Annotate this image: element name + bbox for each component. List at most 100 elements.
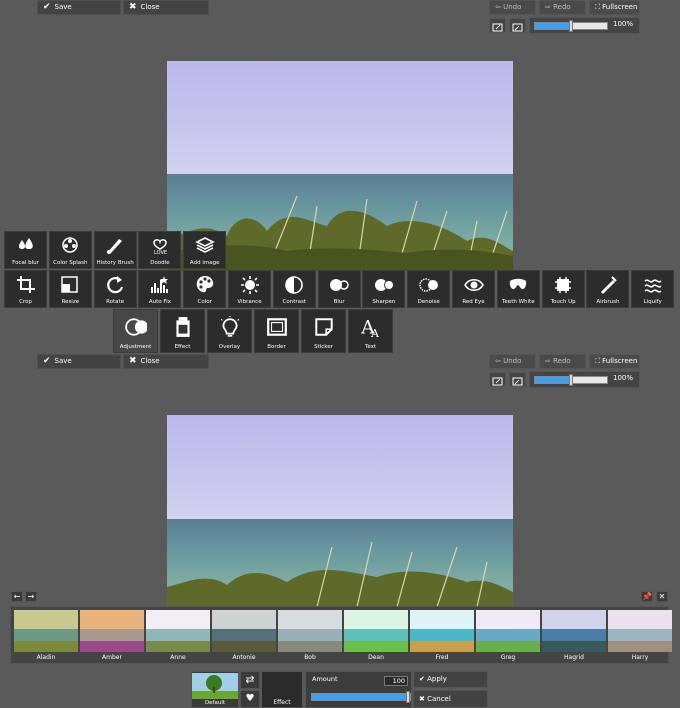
shrink-button-2[interactable] bbox=[509, 372, 526, 387]
tool-sticker[interactable]: Sticker bbox=[301, 309, 346, 353]
denoise-icon bbox=[418, 278, 438, 292]
filter-label: Greg bbox=[500, 654, 516, 661]
scroll-left-button[interactable]: ← bbox=[11, 591, 23, 602]
filter-bob[interactable]: Bob bbox=[278, 610, 342, 661]
tool-crop[interactable]: Crop bbox=[4, 270, 47, 308]
heart-icon: ♥ bbox=[245, 693, 255, 704]
tool-liquify[interactable]: Liquify bbox=[631, 270, 675, 308]
filter-dean[interactable]: Dean bbox=[344, 610, 408, 661]
filter-hagrid[interactable]: Hagrid bbox=[542, 610, 606, 661]
filter-label: Antonie bbox=[232, 654, 256, 661]
canvas-photo-2[interactable] bbox=[167, 415, 513, 607]
filter-thumbnail bbox=[278, 610, 342, 652]
adjustment-icon bbox=[124, 318, 147, 336]
redo-arrow-icon: ⇨ bbox=[545, 357, 554, 365]
tool-focal-blur[interactable]: Focal blur bbox=[4, 231, 47, 269]
tool-label: Contrast bbox=[282, 299, 307, 305]
tool-label: Doodle bbox=[150, 260, 170, 266]
apply-button[interactable]: ✔ Apply bbox=[413, 671, 488, 688]
tool-sharpen[interactable]: Sharpen bbox=[362, 270, 406, 308]
filter-greg[interactable]: Greg bbox=[476, 610, 540, 661]
fullscreen-button-2[interactable]: ⛶ Fullscreen bbox=[589, 354, 640, 369]
tool-touch-up[interactable]: Touch Up bbox=[541, 270, 585, 308]
zoom-slider-handle[interactable] bbox=[569, 374, 573, 386]
shrink-icon bbox=[512, 23, 523, 32]
close-button-2[interactable]: ✖ Close bbox=[123, 354, 209, 369]
undo-arrow-icon: ⇦ bbox=[495, 357, 504, 365]
eye-icon bbox=[463, 278, 484, 292]
undo-button[interactable]: ⇦ Undo bbox=[489, 0, 536, 15]
cancel-button[interactable]: ✖ Cancel bbox=[413, 690, 488, 708]
filter-label: Amber bbox=[102, 654, 122, 661]
filter-thumbnail bbox=[608, 610, 672, 652]
filter-anne[interactable]: Anne bbox=[146, 610, 210, 661]
amount-slider-handle[interactable] bbox=[406, 691, 410, 703]
tool-label: Resize bbox=[61, 299, 80, 305]
tool-label: Text bbox=[364, 344, 377, 350]
filter-fred[interactable]: Fred bbox=[410, 610, 474, 661]
tool-add-image[interactable]: Add image bbox=[183, 231, 227, 269]
tool-label: Add image bbox=[189, 260, 220, 266]
shrink-button[interactable] bbox=[509, 18, 526, 33]
filter-label: Bob bbox=[304, 654, 316, 661]
filter-label: Harry bbox=[631, 654, 649, 661]
shuffle-button[interactable]: ⇄ bbox=[240, 671, 260, 689]
tool-border[interactable]: Border bbox=[254, 309, 299, 353]
pin-button[interactable]: 📌 bbox=[641, 591, 653, 602]
arrow-right-icon: → bbox=[27, 592, 35, 601]
amount-input[interactable]: 100 bbox=[384, 676, 408, 686]
default-filter-button[interactable]: Default bbox=[191, 671, 239, 708]
redo-button-2[interactable]: ⇨ Redo bbox=[539, 354, 586, 369]
expand-button-2[interactable] bbox=[489, 372, 506, 387]
photo-sky bbox=[167, 61, 513, 175]
filter-thumbnail bbox=[542, 610, 606, 652]
tool-vibrance[interactable]: Vibrance bbox=[228, 270, 271, 308]
tool-blur[interactable]: Blur bbox=[317, 270, 361, 308]
amount-slider[interactable] bbox=[311, 691, 411, 703]
filter-thumbnail bbox=[146, 610, 210, 652]
tool-color[interactable]: Color bbox=[183, 270, 227, 308]
zoom-control: 100% bbox=[529, 17, 640, 34]
save-button-2[interactable]: ✔ Save bbox=[37, 354, 121, 369]
scroll-right-button[interactable]: → bbox=[25, 591, 37, 602]
tool-doodle[interactable]: LOVE Doodle bbox=[138, 231, 182, 269]
zoom-slider[interactable] bbox=[534, 20, 608, 32]
zoom-slider-2[interactable] bbox=[534, 374, 608, 386]
undo-button-2[interactable]: ⇦ Undo bbox=[489, 354, 536, 369]
tool-resize[interactable]: Resize bbox=[48, 270, 92, 308]
expand-button[interactable] bbox=[489, 18, 506, 33]
filter-amber[interactable]: Amber bbox=[80, 610, 144, 661]
contrast-icon bbox=[285, 276, 304, 294]
tool-denoise[interactable]: Denoise bbox=[407, 270, 451, 308]
tool-label: Teeth White bbox=[502, 299, 535, 305]
tool-rotate[interactable]: Rotate bbox=[93, 270, 137, 308]
favorite-button[interactable]: ♥ bbox=[240, 690, 260, 708]
filter-label: Hagrid bbox=[564, 654, 584, 661]
filter-thumbnail bbox=[212, 610, 276, 652]
filter-aladin[interactable]: Aladin bbox=[14, 610, 78, 661]
photo-horizon bbox=[167, 518, 513, 520]
filter-thumbnail bbox=[14, 610, 78, 652]
save-button[interactable]: ✔ Save bbox=[37, 0, 121, 15]
tool-history-brush[interactable]: History Brush bbox=[93, 231, 137, 269]
tool-color-splash[interactable]: Color Splash bbox=[48, 231, 92, 269]
tool-contrast[interactable]: Contrast bbox=[272, 270, 316, 308]
tool-label: Rotate bbox=[106, 299, 125, 305]
rotate-icon bbox=[107, 276, 124, 294]
tool-effect[interactable]: Effect bbox=[160, 309, 205, 353]
zoom-slider-handle[interactable] bbox=[569, 20, 573, 32]
tool-overlay[interactable]: Overlay bbox=[207, 309, 252, 353]
tool-auto-fix[interactable]: Auto Fix bbox=[138, 270, 182, 308]
redo-button[interactable]: ⇨ Redo bbox=[539, 0, 586, 15]
tool-red-eye[interactable]: Red Eye bbox=[452, 270, 495, 308]
add-image-icon bbox=[194, 237, 215, 253]
tool-airbrush[interactable]: Airbrush bbox=[586, 270, 630, 308]
close-button[interactable]: ✖ Close bbox=[123, 0, 209, 15]
tool-adjustment[interactable]: Adjustment bbox=[113, 309, 158, 353]
close-filters-button[interactable]: ✕ bbox=[656, 591, 668, 602]
tool-teeth-white[interactable]: Teeth White bbox=[496, 270, 540, 308]
filter-antonie[interactable]: Antonie bbox=[212, 610, 276, 661]
tool-text[interactable]: A A Text bbox=[348, 309, 393, 353]
filter-harry[interactable]: Harry bbox=[608, 610, 672, 661]
fullscreen-button[interactable]: ⛶ Fullscreen bbox=[589, 0, 640, 15]
